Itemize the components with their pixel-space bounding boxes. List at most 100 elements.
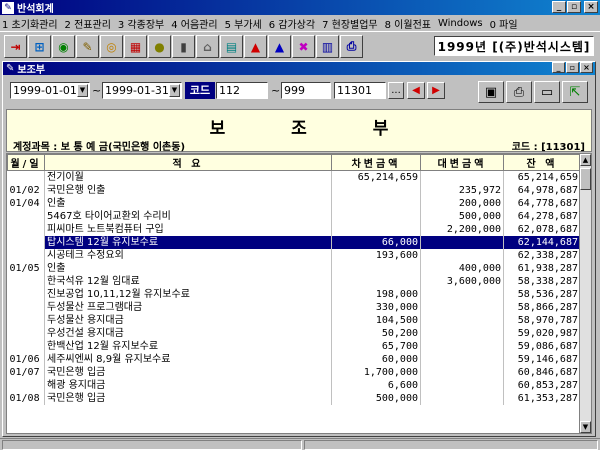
minimize-button[interactable]: _ <box>552 1 566 13</box>
preview-icon[interactable]: ▭ <box>534 81 560 103</box>
row-credit <box>420 392 504 405</box>
report-title: 보 조 부 <box>209 119 419 139</box>
book-icon[interactable]: ▮ <box>172 35 195 58</box>
menu-vat[interactable]: 5 부가세 <box>225 16 262 31</box>
date-to-select[interactable]: 1999-01-31 ▼ <box>102 82 182 99</box>
table-row[interactable]: 01/08 국민은행 입금 500,000 61,353,287 <box>7 392 581 405</box>
row-debit: 104,500 <box>331 314 421 327</box>
seal-icon[interactable]: ● <box>148 35 171 58</box>
menu-site-work[interactable]: 7 현장별업무 <box>322 16 378 31</box>
company-display: 1999년 [(주)반석시스템] <box>434 36 594 56</box>
chevron-down-icon[interactable]: ▼ <box>77 84 88 97</box>
save-icon[interactable]: ▣ <box>478 81 504 103</box>
coins-icon[interactable]: ◎ <box>100 35 123 58</box>
ledger-icon[interactable]: ▤ <box>220 35 243 58</box>
table-row[interactable]: 우성건설 용지대금 50,200 59,020,987 <box>7 327 581 340</box>
row-date <box>7 223 45 236</box>
chevron-down-icon[interactable]: ▼ <box>169 84 180 97</box>
menu-windows[interactable]: Windows <box>438 18 483 29</box>
menu-init[interactable]: 1 초기화관리 <box>2 16 58 31</box>
maximize-button[interactable]: ▫ <box>567 1 581 13</box>
table-row[interactable]: 01/07 국민은행 입금 1,700,000 60,846,687 <box>7 366 581 379</box>
row-date: 01/05 <box>7 262 45 275</box>
table-row[interactable]: 해광 용지대금 6,600 60,853,287 <box>7 379 581 392</box>
row-debit: 65,214,659 <box>331 170 421 184</box>
window-close-button[interactable]: × <box>580 62 593 73</box>
building-icon[interactable]: ⌂ <box>196 35 219 58</box>
row-debit <box>331 210 421 223</box>
table-row[interactable]: 한국석유 12월 임대료 3,600,000 58,338,287 <box>7 275 581 288</box>
menu-bills[interactable]: 4 어음관리 <box>171 16 217 31</box>
browse-button[interactable]: ... <box>388 82 404 99</box>
row-desc: 전기이월 <box>44 170 332 184</box>
col-balance[interactable]: 잔 액 <box>503 154 581 171</box>
row-desc: 세주씨엔씨 8,9월 유지보수료 <box>44 353 332 366</box>
row-balance: 59,020,987 <box>503 327 581 340</box>
code-from-input[interactable]: 112 <box>216 82 268 99</box>
table-row[interactable]: 5467호 타이어교환외 수리비 500,000 64,278,687 <box>7 210 581 223</box>
menu-ledgers[interactable]: 3 각종장부 <box>118 16 164 31</box>
menu-depreciation[interactable]: 6 감가상각 <box>269 16 315 31</box>
menu-voucher[interactable]: 2 전표관리 <box>65 16 111 31</box>
window-minimize-button[interactable]: _ <box>552 62 565 73</box>
row-debit: 66,000 <box>331 236 421 249</box>
exit-door-icon[interactable]: ⇱ <box>562 81 588 103</box>
table-row[interactable]: 한백산업 12월 유지보수료 65,700 59,086,687 <box>7 340 581 353</box>
vertical-scrollbar[interactable]: ▲ ▼ <box>579 154 591 433</box>
col-date[interactable]: 월/일 <box>7 154 45 171</box>
date-to-value: 1999-01-31 <box>105 84 169 97</box>
row-balance: 65,214,659 <box>503 170 581 184</box>
next-arrow-icon[interactable]: ▶ <box>427 82 445 99</box>
date-from-select[interactable]: 1999-01-01 ▼ <box>10 82 90 99</box>
col-credit[interactable]: 대변금액 <box>420 154 504 171</box>
table-row[interactable]: 탑시스템 12월 유지보수료 66,000 62,144,687 <box>7 236 581 249</box>
exit-icon[interactable]: ⇥ <box>4 35 27 58</box>
account-code-input[interactable]: 11301 <box>334 82 386 99</box>
table-icon[interactable]: ▥ <box>316 35 339 58</box>
col-desc[interactable]: 적 요 <box>44 154 332 171</box>
table-row[interactable]: 01/02 국민은행 인출 235,972 64,978,687 <box>7 184 581 197</box>
row-date <box>7 210 45 223</box>
table-row[interactable]: 01/05 인출 400,000 61,938,287 <box>7 262 581 275</box>
close-button[interactable]: × <box>584 1 598 13</box>
code-label: 코드 <box>185 82 215 99</box>
scroll-up-icon[interactable]: ▲ <box>580 154 591 166</box>
row-credit: 200,000 <box>420 197 504 210</box>
window-icon: ✎ <box>6 63 15 74</box>
row-date <box>7 275 45 288</box>
row-credit <box>420 314 504 327</box>
window-maximize-button[interactable]: ▫ <box>566 62 579 73</box>
table-row[interactable]: 진보공업 10,11,12월 유지보수료 198,000 58,536,287 <box>7 288 581 301</box>
code-to-input[interactable]: 999 <box>281 82 331 99</box>
row-desc: 탑시스템 12월 유지보수료 <box>44 236 332 249</box>
col-debit[interactable]: 차변금액 <box>331 154 421 171</box>
row-debit <box>331 223 421 236</box>
table-row[interactable]: 시공테크 수정요외 193,600 62,338,287 <box>7 249 581 262</box>
menu-carryover[interactable]: 8 이월전표 <box>385 16 431 31</box>
scroll-thumb[interactable] <box>580 168 591 190</box>
printer-setup-icon[interactable]: ⎙ <box>340 35 363 58</box>
menu-file[interactable]: 0 파일 <box>490 16 518 31</box>
table-row[interactable]: 두성물산 용지대금 104,500 58,970,787 <box>7 314 581 327</box>
arrow-up-blue-icon[interactable]: ▲ <box>268 35 291 58</box>
pencil-icon[interactable]: ✎ <box>76 35 99 58</box>
row-debit: 198,000 <box>331 288 421 301</box>
table-row[interactable]: 두성물산 프로그램대금 330,000 58,866,287 <box>7 301 581 314</box>
network-icon[interactable]: ⊞ <box>28 35 51 58</box>
table-row[interactable]: 01/04 인출 200,000 64,778,687 <box>7 197 581 210</box>
row-date <box>7 327 45 340</box>
print-icon[interactable]: ⎙ <box>506 81 532 103</box>
calculator-icon[interactable]: ▦ <box>124 35 147 58</box>
tools-icon[interactable]: ✖ <box>292 35 315 58</box>
table-row[interactable]: 01/06 세주씨엔씨 8,9월 유지보수료 60,000 59,146,687 <box>7 353 581 366</box>
prev-arrow-icon[interactable]: ◀ <box>407 82 425 99</box>
arrow-up-icon[interactable]: ▲ <box>244 35 267 58</box>
row-balance: 61,353,287 <box>503 392 581 405</box>
table-row[interactable]: 전기이월 65,214,659 65,214,659 <box>7 170 581 184</box>
scroll-down-icon[interactable]: ▼ <box>580 421 591 433</box>
subledger-window: ✎ 보조부 _ ▫ × 1999-01-01 ▼ ~ 1999-01-31 ▼ … <box>2 61 596 437</box>
row-credit <box>420 327 504 340</box>
table-row[interactable]: 피씨마트 노트북컴퓨터 구입 2,200,000 62,078,687 <box>7 223 581 236</box>
globe-icon[interactable]: ◉ <box>52 35 75 58</box>
filter-row: 1999-01-01 ▼ ~ 1999-01-31 ▼ 코드 112 ~ 999… <box>3 76 595 106</box>
